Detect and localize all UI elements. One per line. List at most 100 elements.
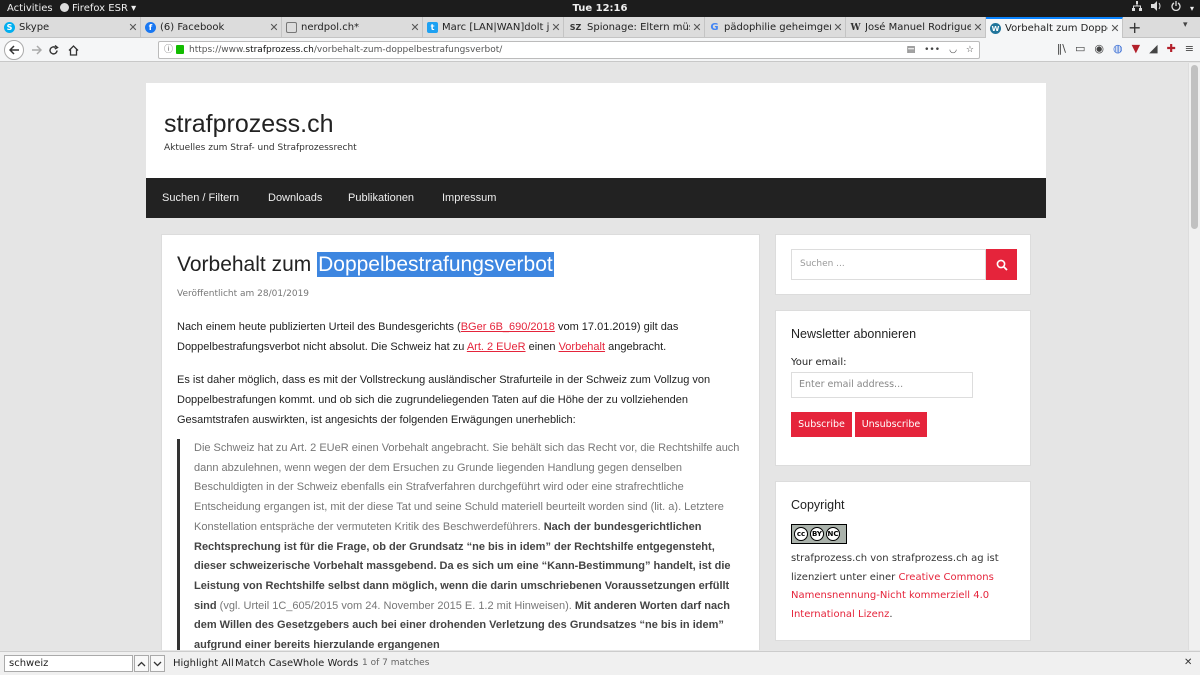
nav-item-impressum[interactable]: Impressum bbox=[442, 178, 496, 218]
tab-vorbehalt[interactable]: W Vorbehalt zum Doppelbe ✕ bbox=[986, 17, 1123, 38]
lock-icon[interactable] bbox=[176, 45, 184, 54]
new-tab-button[interactable]: + bbox=[1128, 18, 1141, 37]
skype-icon: S bbox=[4, 22, 15, 33]
volume-icon bbox=[1150, 0, 1162, 17]
close-icon[interactable]: ✕ bbox=[1108, 22, 1122, 35]
close-icon[interactable]: ✕ bbox=[267, 21, 281, 34]
license-text: strafprozess.ch von strafprozess.ch ag i… bbox=[791, 550, 1021, 624]
home-icon bbox=[68, 44, 78, 56]
search-icon bbox=[996, 259, 1008, 271]
sync-icon[interactable]: ◉ bbox=[1094, 42, 1104, 55]
quote-bold-text: Nach der bundesgerichtlichen Rechtsprech… bbox=[194, 520, 731, 612]
newsletter-widget: Newsletter abonnieren Your email: Enter … bbox=[775, 310, 1031, 466]
tab-google[interactable]: G pädophilie geheimgerich ✕ bbox=[705, 17, 846, 38]
paragraph-text: angebracht. bbox=[605, 341, 667, 353]
whole-words-toggle[interactable]: Whole Words bbox=[293, 652, 358, 675]
tab-sz[interactable]: SZ Spionage: Eltern müssen ✕ bbox=[564, 17, 705, 38]
unsubscribe-button[interactable]: Unsubscribe bbox=[855, 412, 927, 437]
search-button[interactable] bbox=[986, 249, 1017, 280]
tab-title: Vorbehalt zum Doppelbe bbox=[1005, 23, 1108, 34]
tab-skype[interactable]: S Skype ✕ bbox=[0, 17, 141, 38]
wikipedia-icon: W bbox=[850, 22, 861, 33]
link-vorbehalt[interactable]: Vorbehalt bbox=[559, 341, 605, 353]
find-next-button[interactable] bbox=[150, 655, 165, 672]
search-widget: Suchen ... bbox=[775, 234, 1031, 295]
close-icon[interactable]: ✕ bbox=[1184, 657, 1192, 668]
close-icon[interactable]: ✕ bbox=[831, 21, 845, 34]
reload-button[interactable] bbox=[44, 41, 62, 59]
blockquote: Die Schweiz hat zu Art. 2 EUeR einen Vor… bbox=[177, 439, 747, 650]
site-title[interactable]: strafprozess.ch bbox=[164, 110, 334, 139]
close-icon[interactable]: ✕ bbox=[408, 21, 422, 34]
arrow-left-icon bbox=[8, 45, 19, 55]
selected-text: Doppelbestrafungsverbot bbox=[317, 252, 554, 277]
close-icon[interactable]: ✕ bbox=[971, 21, 985, 34]
tab-wikipedia[interactable]: W José Manuel Rodriguez D ✕ bbox=[846, 17, 986, 38]
menu-icon[interactable]: ≡ bbox=[1185, 42, 1194, 55]
nav-item-suchen[interactable]: Suchen / Filtern bbox=[162, 178, 239, 218]
system-tray[interactable]: ▾ bbox=[1131, 0, 1194, 17]
link-art-2-eueR[interactable]: Art. 2 EUeR bbox=[467, 341, 526, 353]
nav-item-publikationen[interactable]: Publikationen bbox=[348, 178, 414, 218]
list-all-tabs-button[interactable]: ▾ bbox=[1183, 20, 1194, 34]
quote-text: (vgl. Urteil 1C_605/2015 vom 24. Novembe… bbox=[216, 599, 575, 612]
sidebar-icon[interactable]: ▭ bbox=[1075, 42, 1085, 55]
link-bger[interactable]: BGer 6B_690/2018 bbox=[461, 321, 555, 333]
search-input[interactable]: Suchen ... bbox=[791, 249, 986, 280]
ublock-icon[interactable]: ▼ bbox=[1132, 42, 1140, 55]
pocket-icon[interactable]: ◡ bbox=[949, 42, 957, 58]
widget-title: Newsletter abonnieren bbox=[791, 327, 917, 341]
main-navigation: Suchen / Filtern Downloads Publikationen… bbox=[146, 178, 1046, 218]
close-icon[interactable]: ✕ bbox=[126, 21, 140, 34]
article-title-text: Vorbehalt zum bbox=[177, 253, 318, 276]
site-header: strafprozess.ch Aktuelles zum Straf- und… bbox=[146, 83, 1046, 179]
nav-item-downloads[interactable]: Downloads bbox=[268, 178, 322, 218]
info-icon[interactable]: ⓘ bbox=[164, 42, 173, 58]
tab-title: José Manuel Rodriguez D bbox=[865, 22, 971, 33]
cc-license-badge[interactable]: cc BY NC bbox=[791, 524, 847, 544]
clock[interactable]: Tue 12:16 bbox=[0, 0, 1200, 17]
tab-title: Spionage: Eltern müssen bbox=[587, 22, 690, 33]
subscribe-button[interactable]: Subscribe bbox=[791, 412, 852, 437]
find-bar: schweiz Highlight All Match Case Whole W… bbox=[0, 651, 1200, 675]
close-icon[interactable]: ✕ bbox=[690, 21, 704, 34]
url-actions: ▤ ••• ◡ ☆ bbox=[907, 42, 974, 58]
home-button[interactable] bbox=[64, 41, 82, 59]
no-dollar-icon: NC bbox=[826, 527, 840, 541]
paragraph-text: einen bbox=[525, 341, 559, 353]
match-count: 1 of 7 matches bbox=[362, 658, 430, 668]
url-domain: strafprozess.ch bbox=[245, 45, 314, 55]
article-paragraph: Es ist daher möglich, dass es mit der Vo… bbox=[177, 374, 711, 426]
scrollbar-thumb[interactable] bbox=[1191, 65, 1198, 229]
page-actions-icon[interactable]: ••• bbox=[924, 42, 940, 58]
extension-icon[interactable]: ✚ bbox=[1167, 42, 1176, 55]
vertical-scrollbar[interactable] bbox=[1188, 63, 1200, 650]
library-icon[interactable]: ‖\ bbox=[1057, 42, 1066, 55]
reader-view-icon[interactable]: ▤ bbox=[907, 42, 916, 58]
speaker-icon[interactable]: ◢ bbox=[1149, 42, 1157, 55]
back-button[interactable] bbox=[4, 40, 24, 60]
match-case-toggle[interactable]: Match Case bbox=[235, 652, 293, 675]
tab-facebook[interactable]: f (6) Facebook ✕ bbox=[141, 17, 282, 38]
close-icon[interactable]: ✕ bbox=[549, 21, 563, 34]
url-bar[interactable]: ⓘ https://www.strafprozess.ch/vorbehalt-… bbox=[158, 41, 980, 59]
find-input[interactable]: schweiz bbox=[4, 655, 133, 672]
find-previous-button[interactable] bbox=[134, 655, 149, 672]
shield-icon[interactable]: ◍ bbox=[1113, 42, 1123, 55]
widget-title: Copyright bbox=[791, 498, 845, 512]
wordpress-icon: W bbox=[990, 23, 1001, 34]
email-label: Your email: bbox=[791, 357, 847, 368]
reload-icon bbox=[48, 44, 59, 54]
highlight-all-toggle[interactable]: Highlight All bbox=[173, 652, 234, 675]
article: Vorbehalt zum Doppelbestrafungsverbot Ve… bbox=[161, 234, 760, 650]
tab-twitter[interactable]: t Marc [LAN|WAN]dolt ju ✕ bbox=[423, 17, 564, 38]
license-text-part: . bbox=[889, 608, 893, 620]
nerdpol-icon bbox=[286, 22, 297, 33]
bookmark-star-icon[interactable]: ☆ bbox=[966, 42, 974, 58]
email-field[interactable]: Enter email address... bbox=[791, 372, 973, 398]
url-prefix: https://www. bbox=[189, 45, 246, 55]
tab-nerdpol[interactable]: nerdpol.ch* ✕ bbox=[282, 17, 423, 38]
forward-button[interactable] bbox=[27, 41, 45, 59]
twitter-icon: t bbox=[427, 22, 438, 33]
page-viewport: strafprozess.ch Aktuelles zum Straf- und… bbox=[0, 63, 1188, 650]
